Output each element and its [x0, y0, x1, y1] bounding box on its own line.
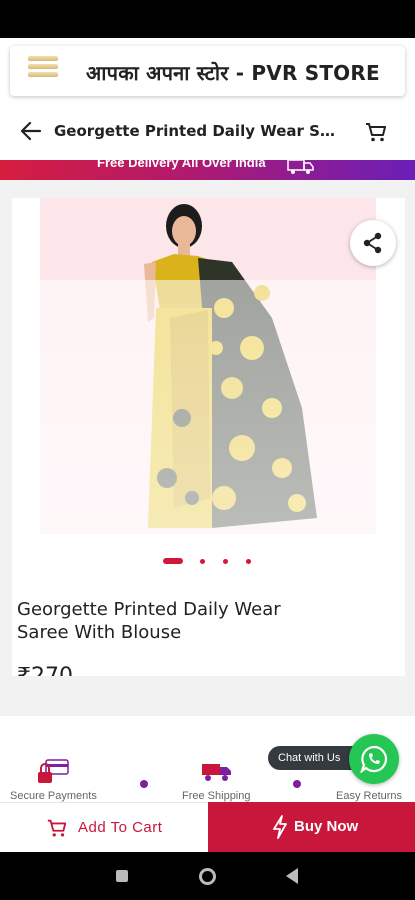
share-icon	[363, 232, 382, 254]
product-name: Georgette Printed Daily Wear Saree With …	[17, 599, 281, 643]
truck-icon	[287, 160, 314, 174]
buy-now-label: Buy Now	[294, 818, 359, 835]
cart-icon[interactable]	[364, 120, 388, 144]
carousel-dot[interactable]	[246, 559, 251, 564]
delivery-banner: Free Delivery All Over India	[0, 160, 415, 180]
product-nav-bar: Georgette Printed Daily Wear Sare...	[0, 102, 415, 160]
lightning-icon	[273, 815, 287, 839]
delivery-banner-text: Free Delivery All Over India	[97, 160, 266, 170]
system-back-icon[interactable]	[286, 868, 298, 884]
carousel-dot[interactable]	[200, 559, 205, 564]
feature-label: Easy Returns	[336, 790, 403, 802]
divider-band	[0, 676, 415, 716]
recents-icon[interactable]	[116, 870, 128, 882]
menu-icon[interactable]	[28, 56, 58, 84]
store-header: आपका अपना स्टोर - PVR STORE	[0, 38, 415, 102]
feature-free-shipping: Free Shipping	[182, 758, 251, 802]
cart-icon	[47, 819, 67, 837]
truck-icon	[202, 764, 232, 781]
feature-secure-payments: Secure Payments	[10, 758, 97, 802]
whatsapp-icon	[360, 745, 388, 773]
feature-label: Free Shipping	[182, 790, 251, 802]
product-card: Georgette Printed Daily Wear Saree With …	[12, 198, 405, 689]
system-nav-bar	[0, 852, 415, 900]
nav-product-title: Georgette Printed Daily Wear Sare...	[54, 122, 344, 140]
status-bar	[0, 0, 415, 38]
home-icon[interactable]	[199, 868, 216, 885]
whatsapp-button[interactable]	[349, 734, 399, 784]
action-bar: Add To Cart Buy Now	[0, 802, 415, 852]
buy-now-button[interactable]: Buy Now	[208, 802, 415, 852]
add-to-cart-button[interactable]: Add To Cart	[0, 802, 208, 852]
carousel-indicator	[163, 558, 263, 566]
carousel-dot-active[interactable]	[163, 558, 183, 564]
feature-separator-dot	[140, 780, 148, 788]
feature-separator-dot	[293, 780, 301, 788]
carousel-dot[interactable]	[223, 559, 228, 564]
share-button[interactable]	[350, 220, 396, 266]
divider-band	[0, 180, 415, 200]
store-title: आपका अपना स्टोर - PVR STORE	[86, 61, 380, 85]
store-header-card: आपका अपना स्टोर - PVR STORE	[10, 46, 405, 96]
feature-label: Secure Payments	[10, 790, 97, 802]
add-to-cart-label: Add To Cart	[78, 819, 163, 836]
back-arrow-icon[interactable]	[18, 119, 44, 143]
card-lock-icon	[38, 759, 70, 783]
